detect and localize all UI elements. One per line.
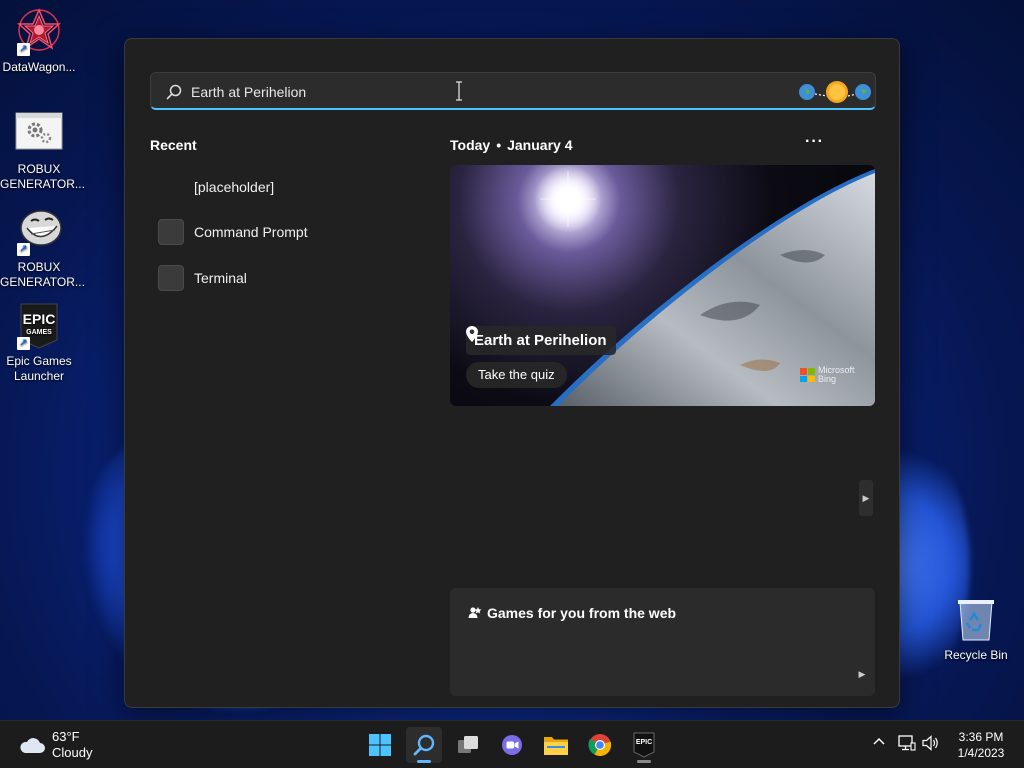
app-placeholder-icon [158,219,184,245]
games-card[interactable]: Games for you from the web ▶ [450,588,875,696]
recent-item-command-prompt[interactable]: Command Prompt [158,219,308,245]
take-the-quiz-button[interactable]: Take the quiz [466,362,567,388]
desktop-icon-label: Recycle Bin [944,648,1008,662]
weather-condition: Cloudy [52,745,93,760]
taskbar-clock[interactable]: 3:36 PM 1/4/2023 [950,729,1012,761]
app-placeholder-icon [158,265,184,291]
trollface-icon: ↗ [15,208,63,256]
brand-line-2: Bing [818,374,837,384]
shortcut-arrow-icon: ↗ [17,43,30,56]
chrome-button[interactable] [582,727,618,763]
chrome-icon [588,734,612,757]
location-pin-icon [466,326,478,342]
desktop-icon-recycle-bin[interactable]: Recycle Bin [940,598,1012,662]
recent-item-placeholder[interactable]: [placeholder] [158,174,274,200]
datawagon-icon: ↗ [15,8,63,56]
taskbar-search-button[interactable] [406,727,442,763]
people-games-icon [468,607,482,618]
running-indicator [637,760,651,763]
more-options-button[interactable]: ··· [805,133,824,151]
recent-heading: Recent [150,137,197,153]
svg-text:EPIC: EPIC [23,311,56,327]
today-label: Today [450,137,491,153]
desktop-icon-robux-generator-2[interactable]: ↗ ROBUX GENERATOR... [0,208,85,290]
scroll-right-arrow-icon[interactable]: ▶ [855,656,869,692]
desktop-icon-robux-generator-1[interactable]: ROBUX GENERATOR... [0,110,85,192]
cloud-icon [20,738,45,753]
network-tray-button[interactable] [898,735,916,754]
recent-item-terminal[interactable]: Terminal [158,265,247,291]
today-heading: Today • January 4 [450,137,572,153]
search-icon [166,84,182,100]
weather-widget[interactable]: 63°F Cloudy [18,729,92,761]
location-label[interactable]: Earth at Perihelion [466,326,616,355]
games-title: Games for you from the web [468,605,676,621]
desktop-icon-label: ROBUX GENERATOR... [0,162,85,191]
epic-games-taskbar-button[interactable]: EPIC [626,727,662,763]
search-panel: Earth at Perihelion Recent [placeholder]… [124,38,900,708]
desktop-icon-label: Epic Games Launcher [6,354,72,383]
svg-text:GAMES: GAMES [26,329,52,336]
volume-icon [922,735,938,751]
recent-item-label: Terminal [194,270,247,286]
settings-window-icon [15,110,63,158]
show-hidden-icons-button[interactable] [872,735,886,752]
teams-chat-icon [502,735,522,755]
chevron-up-icon [873,737,885,745]
task-view-button[interactable] [450,727,486,763]
desktop-icon-label: ROBUX GENERATOR... [0,260,85,289]
epic-games-icon: EPIC GAMES ↗ [15,302,63,350]
weather-temp: 63°F [52,729,80,744]
location-label-text: Earth at Perihelion [474,332,607,349]
search-icon [413,734,435,756]
search-input[interactable]: Earth at Perihelion [191,84,306,100]
desktop-icon-datawagon[interactable]: ↗ DataWagon... [0,8,78,75]
epic-icon-text: EPIC [636,739,652,746]
clock-date: 1/4/2023 [957,746,1005,760]
recent-item-label: Command Prompt [194,224,308,240]
search-box[interactable]: Earth at Perihelion [150,72,876,110]
windows-logo-icon [369,734,391,756]
epic-games-icon: EPIC [633,732,655,758]
recent-item-label: [placeholder] [194,179,275,195]
recycle-bin-icon [956,598,996,642]
active-indicator [417,760,431,763]
task-view-icon [458,736,478,753]
today-separator: • [496,137,502,153]
chat-button[interactable] [494,727,530,763]
today-date: January 4 [507,137,573,153]
desktop-icon-label: DataWagon... [2,60,76,74]
start-button[interactable] [362,727,398,763]
scroll-right-arrow-icon[interactable]: ▶ [859,480,873,516]
clock-time: 3:36 PM [958,730,1004,744]
taskbar: 63°F Cloudy EPIC 3:36 PM 1/4/2023 [0,720,1024,768]
hero-card[interactable]: Earth at Perihelion Take the quiz Micros… [450,165,875,406]
shortcut-arrow-icon: ↗ [17,337,30,350]
blank-icon [158,174,184,200]
search-highlight-doodle[interactable] [797,75,873,109]
folder-icon [544,737,568,755]
microsoft-bing-logo: Microsoft Bing [800,366,855,384]
desktop-icon-epic-games-launcher[interactable]: EPIC GAMES ↗ Epic Games Launcher [0,302,78,384]
shortcut-arrow-icon: ↗ [17,243,30,256]
volume-tray-button[interactable] [922,735,940,754]
games-title-text: Games for you from the web [487,605,677,621]
text-cursor-icon [456,81,462,101]
network-icon [898,735,916,751]
microsoft-logo-icon [800,368,815,382]
file-explorer-button[interactable] [538,727,574,763]
